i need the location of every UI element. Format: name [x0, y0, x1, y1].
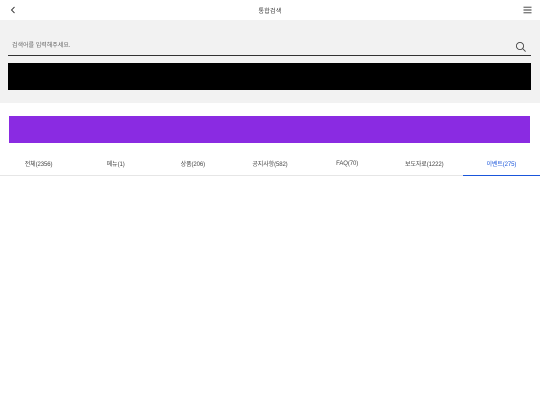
- tab-label: 상품(206): [180, 162, 206, 168]
- tab-label: 메뉴(1): [106, 162, 125, 168]
- tab-label: FAQ(70): [336, 160, 359, 167]
- page-title: 통합검색: [258, 8, 282, 15]
- promo-banner-purple[interactable]: [9, 116, 530, 143]
- hamburger-menu-icon[interactable]: [520, 3, 534, 17]
- tab-label: 보도자료(1222): [405, 162, 444, 168]
- chevron-left-icon[interactable]: [6, 3, 20, 17]
- search-area: [0, 20, 540, 103]
- tab-notices[interactable]: 공지사항(582): [231, 152, 308, 175]
- tab-all[interactable]: 전체(2356): [0, 152, 77, 175]
- tab-menu[interactable]: 메뉴(1): [77, 152, 154, 175]
- tab-label: 전체(2356): [24, 162, 53, 168]
- promo-banner-black[interactable]: [8, 63, 531, 90]
- top-header: 통합검색: [0, 0, 540, 20]
- tab-label: 이벤트(275): [486, 162, 517, 168]
- search-input[interactable]: [12, 39, 502, 53]
- search-box: [8, 36, 531, 56]
- tab-events[interactable]: 이벤트(275): [462, 152, 540, 176]
- tab-faq[interactable]: FAQ(70): [309, 152, 386, 175]
- search-icon[interactable]: [515, 40, 527, 52]
- tab-label: 공지사항(582): [252, 162, 288, 168]
- tab-press[interactable]: 보도자료(1222): [386, 152, 463, 175]
- result-tabs: 전체(2356) 메뉴(1) 상품(206) 공지사항(582) FAQ(70)…: [0, 152, 540, 176]
- tab-products[interactable]: 상품(206): [154, 152, 231, 175]
